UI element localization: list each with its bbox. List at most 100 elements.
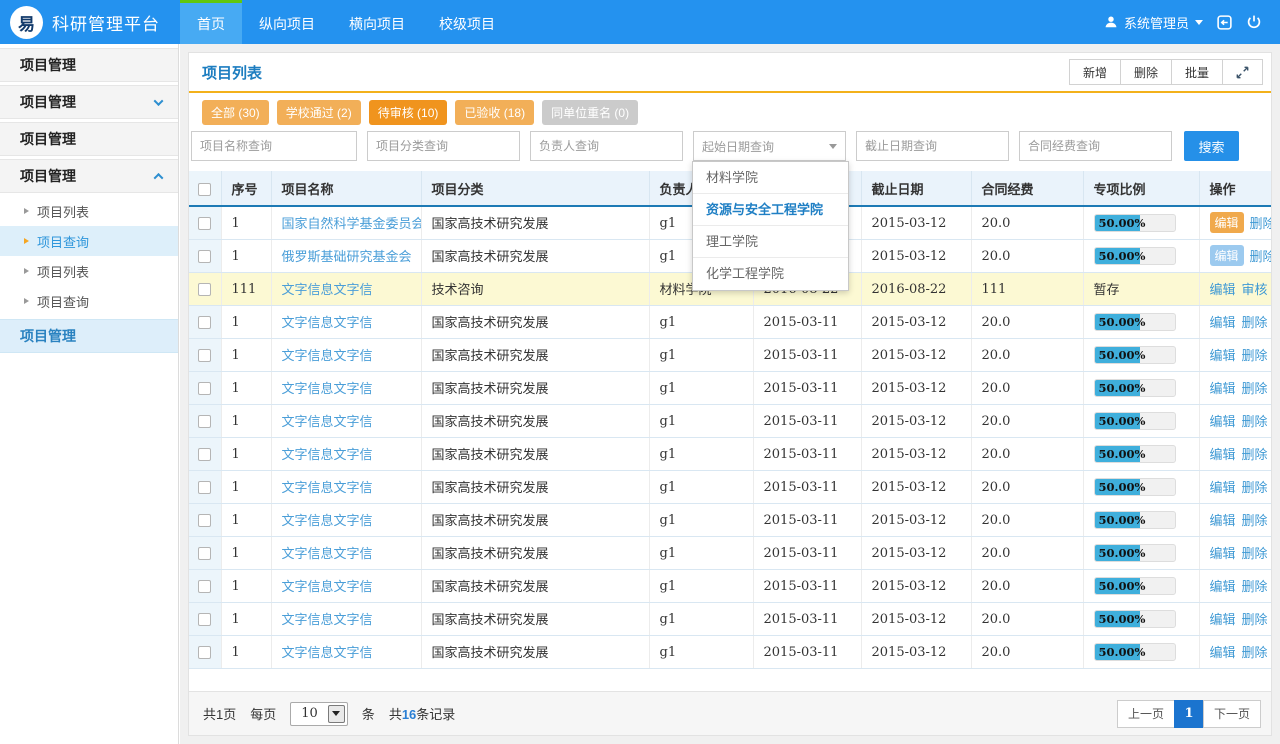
row-checkbox[interactable] — [198, 415, 211, 428]
action-delete[interactable]: 删除 — [1242, 576, 1268, 595]
nav-item-school-projects[interactable]: 校级项目 — [422, 0, 512, 44]
nav-item-home[interactable]: 首页 — [180, 0, 242, 44]
toolbar-button-add[interactable]: 新增 — [1069, 59, 1121, 85]
action-delete[interactable]: 删除 — [1242, 312, 1268, 331]
project-name-link[interactable]: 文字信息文字信 — [282, 381, 373, 396]
toolbar-button-delete[interactable]: 删除 — [1120, 59, 1172, 85]
action-delete[interactable]: 删除 — [1242, 444, 1268, 463]
seq-value: 1 — [232, 480, 240, 495]
search-input-project-category[interactable] — [367, 131, 520, 161]
action-edit[interactable]: 编辑 — [1210, 477, 1236, 496]
cell-leader: g1 — [649, 602, 753, 635]
search-select-start-date[interactable]: 起始日期查询 — [693, 131, 846, 161]
power-icon[interactable] — [1246, 14, 1262, 30]
action-edit[interactable]: 编辑 — [1210, 576, 1236, 595]
expand-button[interactable] — [1222, 59, 1263, 85]
row-checkbox[interactable] — [198, 283, 211, 296]
nav-item-vertical-projects[interactable]: 纵向项目 — [242, 0, 332, 44]
sidebar-item-project-list-1[interactable]: 项目列表 — [0, 196, 178, 226]
action-delete[interactable]: 删除 — [1242, 411, 1268, 430]
user-menu[interactable]: 系统管理员 — [1104, 13, 1203, 32]
project-name-link[interactable]: 文字信息文字信 — [282, 579, 373, 594]
project-name-link[interactable]: 俄罗斯基础研究基金会 — [282, 249, 412, 264]
search-input-leader[interactable] — [530, 131, 683, 161]
action-review[interactable]: 审核 — [1242, 279, 1268, 298]
project-name-link[interactable]: 文字信息文字信 — [282, 645, 373, 660]
action-delete[interactable]: 删除 — [1242, 609, 1268, 628]
action-edit[interactable]: 编辑 — [1210, 609, 1236, 628]
dropdown-option-college-materials[interactable]: 材料学院 — [693, 162, 848, 194]
project-name-link[interactable]: 文字信息文字信 — [282, 480, 373, 495]
project-name-link[interactable]: 国家自然科学基金委员会 — [282, 216, 422, 231]
dropdown-option-college-science[interactable]: 理工学院 — [693, 226, 848, 258]
dropdown-option-college-resources-safety[interactable]: 资源与安全工程学院 — [693, 194, 848, 226]
filter-chip-duplicate-name[interactable]: 同单位重名 (0) — [542, 100, 638, 125]
project-name-link[interactable]: 文字信息文字信 — [282, 282, 373, 297]
sidebar-item-project-list-2[interactable]: 项目列表 — [0, 256, 178, 286]
row-checkbox[interactable] — [198, 580, 211, 593]
row-checkbox[interactable] — [198, 316, 211, 329]
action-edit[interactable]: 编辑 — [1210, 245, 1244, 266]
sidebar-group-project-management-3[interactable]: 项目管理 — [0, 122, 178, 156]
row-checkbox[interactable] — [198, 646, 211, 659]
action-edit[interactable]: 编辑 — [1210, 378, 1236, 397]
toolbar-button-batch[interactable]: 批量 — [1171, 59, 1223, 85]
row-checkbox[interactable] — [198, 514, 211, 527]
action-delete[interactable]: 删除 — [1242, 642, 1268, 661]
sidebar-item-project-management-footer[interactable]: 项目管理 — [0, 319, 178, 353]
project-name-link[interactable]: 文字信息文字信 — [282, 414, 373, 429]
sidebar-item-project-query-1[interactable]: 项目查询 — [0, 226, 178, 256]
nav-item-horizontal-projects[interactable]: 横向项目 — [332, 0, 422, 44]
action-edit[interactable]: 编辑 — [1210, 444, 1236, 463]
action-edit[interactable]: 编辑 — [1210, 345, 1236, 364]
select-all-checkbox[interactable] — [198, 183, 211, 196]
row-checkbox[interactable] — [198, 448, 211, 461]
project-name-link[interactable]: 文字信息文字信 — [282, 315, 373, 330]
action-delete[interactable]: 删除 — [1242, 510, 1268, 529]
filter-chip-school-passed[interactable]: 学校通过 (2) — [277, 100, 361, 125]
action-edit[interactable]: 编辑 — [1210, 312, 1236, 331]
prev-page-button[interactable]: 上一页 — [1117, 700, 1175, 728]
filter-chip-all[interactable]: 全部 (30) — [202, 100, 269, 125]
search-input-project-name[interactable] — [191, 131, 357, 161]
action-edit[interactable]: 编辑 — [1210, 279, 1236, 298]
current-page-button[interactable]: 1 — [1174, 700, 1204, 728]
action-edit[interactable]: 编辑 — [1210, 212, 1244, 233]
action-edit[interactable]: 编辑 — [1210, 543, 1236, 562]
project-name-link[interactable]: 文字信息文字信 — [282, 612, 373, 627]
action-delete[interactable]: 删除 — [1242, 345, 1268, 364]
row-checkbox[interactable] — [198, 481, 211, 494]
action-delete[interactable]: 删除 — [1242, 543, 1268, 562]
row-checkbox[interactable] — [198, 547, 211, 560]
project-name-link[interactable]: 文字信息文字信 — [282, 348, 373, 363]
row-checkbox[interactable] — [198, 382, 211, 395]
row-checkbox[interactable] — [198, 250, 211, 263]
sidebar-item-project-query-2[interactable]: 项目查询 — [0, 286, 178, 316]
dropdown-option-college-chemical[interactable]: 化学工程学院 — [693, 258, 848, 290]
project-name-link[interactable]: 文字信息文字信 — [282, 447, 373, 462]
sidebar-group-project-management-4[interactable]: 项目管理 — [0, 159, 178, 193]
action-delete[interactable]: 删除 — [1242, 378, 1268, 397]
filter-chip-accepted[interactable]: 已验收 (18) — [455, 100, 534, 125]
row-checkbox[interactable] — [198, 217, 211, 230]
project-name-link[interactable]: 文字信息文字信 — [282, 513, 373, 528]
action-edit[interactable]: 编辑 — [1210, 642, 1236, 661]
row-checkbox[interactable] — [198, 613, 211, 626]
search-button[interactable]: 搜索 — [1184, 131, 1239, 161]
action-delete[interactable]: 删除 — [1242, 477, 1268, 496]
action-edit[interactable]: 编辑 — [1210, 411, 1236, 430]
action-delete[interactable]: 删除 — [1250, 246, 1271, 265]
action-delete[interactable]: 删除 — [1250, 213, 1271, 232]
next-page-button[interactable]: 下一页 — [1203, 700, 1261, 728]
search-input-contract-fund[interactable] — [1019, 131, 1172, 161]
row-checkbox[interactable] — [198, 349, 211, 362]
sidebar-group-project-management-2[interactable]: 项目管理 — [0, 85, 178, 119]
filter-chip-pending-review[interactable]: 待审核 (10) — [369, 100, 448, 125]
sidebar-group-project-management-1[interactable]: 项目管理 — [0, 48, 178, 82]
page-size-dropdown-button[interactable] — [328, 705, 345, 723]
page-size-select[interactable]: 10 — [290, 702, 348, 726]
search-input-end-date[interactable] — [856, 131, 1009, 161]
project-name-link[interactable]: 文字信息文字信 — [282, 546, 373, 561]
switch-portal-icon[interactable] — [1216, 14, 1233, 31]
action-edit[interactable]: 编辑 — [1210, 510, 1236, 529]
